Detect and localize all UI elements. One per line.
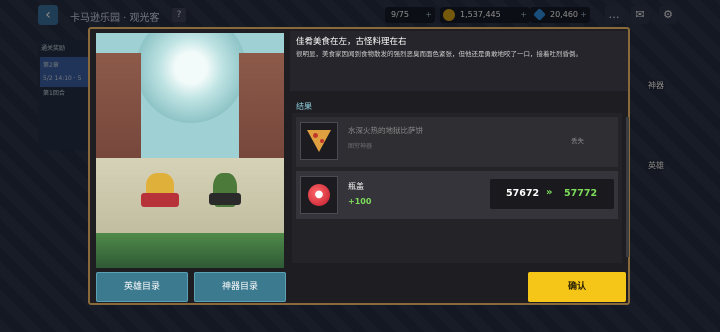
event-illustration xyxy=(96,33,284,268)
event-result-dialog: 英雄目录 神器目录 佳肴美食在左，古怪料理在右 很明显，美食家因闻到食物散发的强… xyxy=(88,27,630,305)
result-row-lost: 水深火热的地狱比萨饼 图穷神器 丢失 xyxy=(296,117,618,167)
lost-item-slot[interactable] xyxy=(300,122,338,160)
new-value: 57772 xyxy=(564,188,598,199)
hero-catalog-button[interactable]: 英雄目录 xyxy=(96,272,188,302)
lost-item-type: 图穷神器 xyxy=(348,143,373,150)
result-row-gain: ● 瓶盖 +100 57672 » 57772 xyxy=(296,171,618,219)
old-value: 57672 xyxy=(506,188,540,199)
value-change-box: 57672 » 57772 xyxy=(490,179,614,209)
lost-status: 丢失 xyxy=(571,137,584,145)
story-text: 很明显，美食家因闻到食物散发的强烈恶臭而面色紧张，但他还是勇敢地咬了一口，接着吐… xyxy=(296,50,582,58)
artifact-catalog-button[interactable]: 神器目录 xyxy=(194,272,286,302)
bottle-cap-icon: ● xyxy=(308,184,330,206)
plants-art xyxy=(96,233,284,268)
results-scrollbar[interactable] xyxy=(626,117,629,257)
story-title: 佳肴美食在左，古怪料理在右 xyxy=(296,37,407,47)
goblin-character-body-art xyxy=(209,193,241,205)
gain-item-delta: +100 xyxy=(348,197,372,206)
hero-character-body-art xyxy=(141,193,179,207)
glass-dome-art xyxy=(136,33,246,123)
gain-item-slot[interactable]: ● xyxy=(300,176,338,214)
lost-item-name: 水深火热的地狱比萨饼 xyxy=(348,126,423,135)
confirm-button[interactable]: 确认 xyxy=(528,272,626,302)
pizza-slice-icon xyxy=(307,130,331,152)
gain-item-name: 瓶盖 xyxy=(348,182,364,191)
result-heading: 结果 xyxy=(296,102,312,111)
increase-arrow-icon: » xyxy=(546,187,553,198)
